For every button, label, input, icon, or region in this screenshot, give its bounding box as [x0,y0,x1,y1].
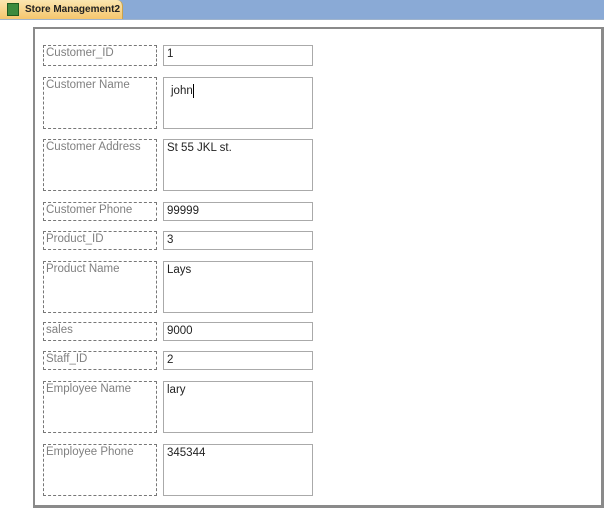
sales-field[interactable]: 9000 [163,322,313,341]
customer-name-value: john [171,85,193,98]
customer-address-field[interactable]: St 55 JKL st. [163,139,313,191]
customer-phone-field[interactable]: 99999 [163,202,313,221]
product-name-field[interactable]: Lays [163,261,313,313]
label-sales: sales [43,322,157,341]
label-staff-id: Staff_ID [43,351,157,370]
employee-name-field[interactable]: lary [163,381,313,433]
label-product-name: Product Name [43,261,157,313]
tab-store-management2[interactable]: Store Management2 [0,0,123,19]
label-customer-name: Customer Name [43,77,157,129]
label-customer-phone: Customer Phone [43,202,157,221]
product-id-field[interactable]: 3 [163,231,313,250]
label-customer-id: Customer_ID [43,45,157,66]
label-employee-name: Employee Name [43,381,157,433]
tab-label: Store Management2 [25,4,121,15]
document-tab-bar: Store Management2 [0,0,604,20]
staff-id-field[interactable]: 2 [163,351,313,370]
form-icon [7,3,19,16]
text-caret [192,84,194,98]
label-product-id: Product_ID [43,231,157,250]
customer-name-field[interactable]: john [163,77,313,129]
label-employee-phone: Employee Phone [43,444,157,496]
customer-id-field[interactable]: 1 [163,45,313,66]
label-customer-address: Customer Address [43,139,157,191]
employee-phone-field[interactable]: 345344 [163,444,313,496]
